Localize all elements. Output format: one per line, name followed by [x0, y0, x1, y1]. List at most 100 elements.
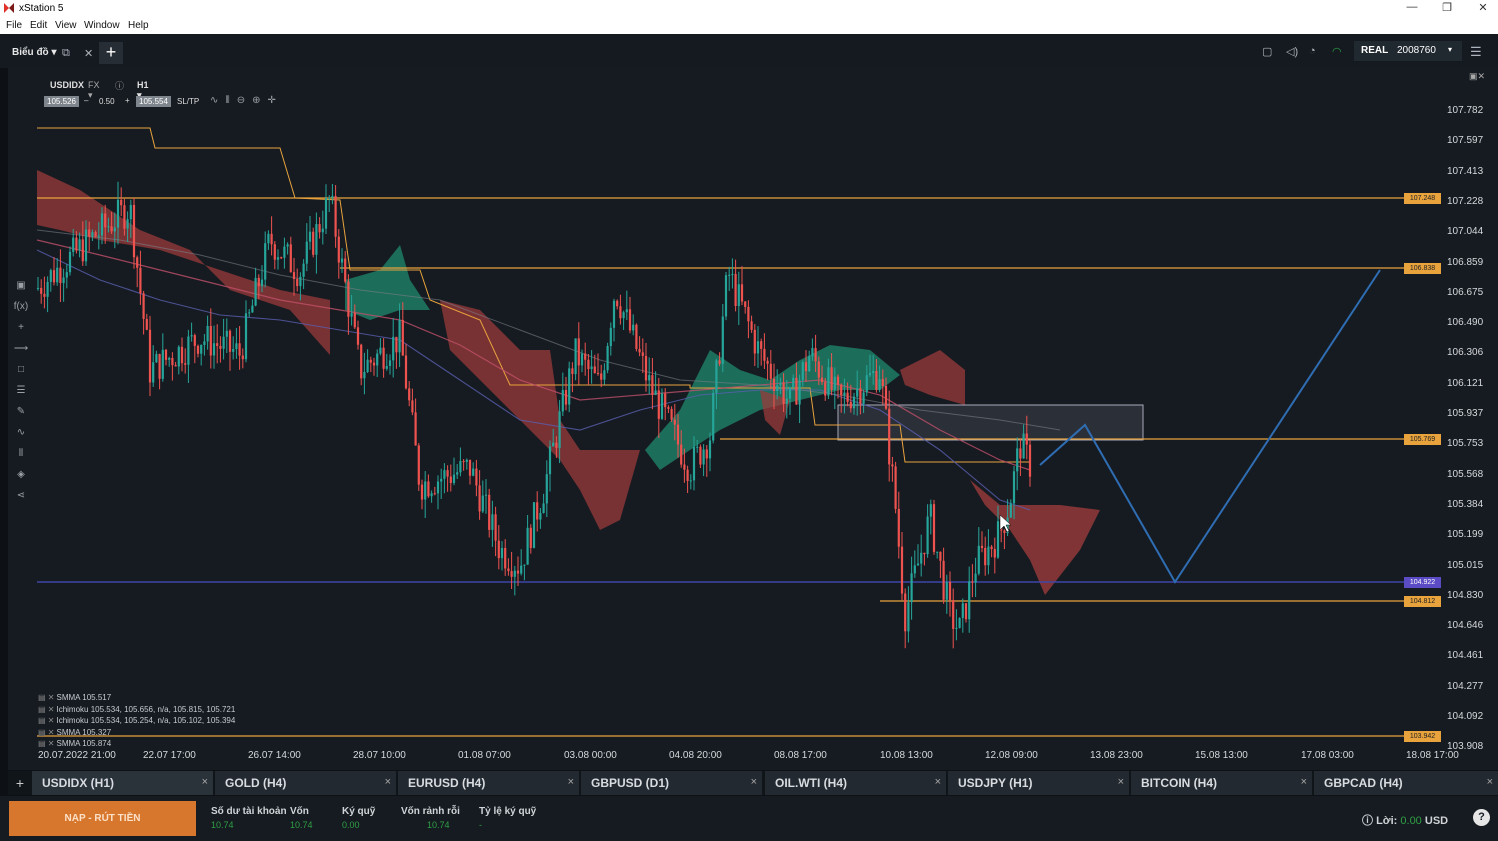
candle-body: [974, 573, 977, 583]
layers-icon[interactable]: ◈: [10, 469, 32, 490]
close-tab-icon[interactable]: ×: [1301, 776, 1307, 788]
candle-body: [360, 344, 363, 379]
fibonacci-icon[interactable]: ☰: [10, 385, 32, 406]
info-icon: ⓘ: [1362, 815, 1377, 827]
chart-tab[interactable]: EURUSD (H4) ×: [398, 771, 579, 795]
candle-body: [398, 320, 401, 353]
help-button[interactable]: ?: [1473, 809, 1490, 826]
legend-item[interactable]: ▤ ✕ SMMA 105.327: [38, 727, 235, 739]
candle-body: [158, 354, 161, 379]
candle-body: [65, 272, 68, 278]
close-tab-icon[interactable]: ×: [385, 776, 391, 788]
candle-body: [334, 195, 337, 237]
candle-body: [526, 527, 529, 565]
line-tool-icon[interactable]: ⟶: [10, 343, 32, 364]
candle-body: [584, 353, 587, 360]
deposit-withdraw-button[interactable]: NẠP - RÚT TIỀN: [9, 801, 196, 836]
candle-body: [337, 236, 340, 263]
candle-body: [420, 484, 424, 500]
candle-body: [548, 446, 552, 475]
symbol-name[interactable]: USDIDX: [50, 80, 84, 90]
candle-body: [891, 464, 894, 467]
candle-body: [216, 343, 219, 346]
chart-tab[interactable]: USDJPY (H1) ×: [948, 771, 1129, 795]
pen-tool-icon[interactable]: ✎: [10, 406, 32, 427]
candle-body: [484, 494, 488, 496]
sl-tp-button[interactable]: SL/TP: [177, 97, 199, 106]
candle-body: [804, 362, 808, 372]
price-label: 104.461: [1447, 650, 1484, 662]
sell-price-button[interactable]: 105.526: [44, 96, 79, 107]
price-label: 106.675: [1447, 286, 1484, 298]
close-tab-icon[interactable]: ×: [1487, 776, 1493, 788]
candle-body: [696, 446, 699, 448]
legend-item[interactable]: ▤ ✕ Ichimoku 105.534, 105.254, n/a, 105.1…: [38, 715, 235, 727]
close-tab-icon[interactable]: ×: [1118, 776, 1124, 788]
candle-body: [257, 277, 260, 287]
tab-label: BITCOIN (H4): [1141, 776, 1217, 790]
legend-item[interactable]: ▤ ✕ SMMA 105.874: [38, 738, 235, 750]
close-tab-icon[interactable]: ×: [568, 776, 574, 788]
candle-body: [203, 341, 206, 345]
drawing-toolbar: ▣ f(x) + ⟶ □ ☰ ✎ ∿ ⫴ ◈ ⋖: [10, 280, 32, 511]
close-tab-icon[interactable]: ×: [935, 776, 941, 788]
chart-tab[interactable]: OIL.WTI (H4) ×: [765, 771, 946, 795]
info-icon[interactable]: ⓘ: [115, 79, 124, 92]
candle-body: [888, 408, 891, 465]
candle-body: [260, 279, 264, 287]
candle-body: [571, 368, 574, 375]
candle-body: [36, 287, 40, 289]
indicator-icon[interactable]: ⫴: [10, 448, 32, 469]
chart-tab[interactable]: GBPCAD (H4) ×: [1314, 771, 1498, 795]
candle-body: [760, 341, 763, 349]
candle-body: [590, 366, 593, 370]
price-label: 105.384: [1447, 498, 1484, 510]
candle-body: [878, 379, 881, 390]
screenshot-icon[interactable]: ▣: [10, 280, 32, 301]
lot-increase-button[interactable]: +: [125, 96, 130, 105]
lot-size-input[interactable]: 0.50: [99, 97, 115, 106]
candle-body: [424, 481, 427, 500]
wave-tool-icon[interactable]: ∿: [10, 427, 32, 448]
candle-body: [40, 287, 43, 294]
candle-body: [78, 239, 81, 251]
chart-tab[interactable]: GBPUSD (D1) ×: [581, 771, 762, 795]
candle-body: [705, 449, 708, 459]
chart-tab[interactable]: BITCOIN (H4) ×: [1131, 771, 1312, 795]
time-label: 08.08 17:00: [774, 750, 827, 761]
share-icon[interactable]: ⋖: [10, 490, 32, 511]
candle-body: [689, 480, 692, 482]
legend-item[interactable]: ▤ ✕ Ichimoku 105.534, 105.656, n/a, 105.8…: [38, 704, 235, 716]
candle-body: [1009, 503, 1012, 518]
close-tab-icon[interactable]: ×: [751, 776, 757, 788]
candle-body: [248, 312, 251, 314]
candle-body: [686, 469, 689, 481]
candle-body: [712, 392, 715, 441]
legend-item[interactable]: ▤ ✕ SMMA 105.517: [38, 692, 235, 704]
candle-body: [312, 231, 315, 255]
candle-body: [795, 377, 798, 405]
candle-body: [664, 393, 667, 408]
panel-controls-icon[interactable]: ▣✕: [1469, 71, 1485, 82]
candle-body: [264, 243, 267, 280]
candle-body: [174, 365, 177, 367]
candle-body: [606, 346, 609, 371]
candle-body: [904, 593, 907, 632]
crosshair-icon[interactable]: +: [10, 322, 32, 343]
chart-tab[interactable]: USDIDX (H1) ×: [32, 771, 213, 795]
chart-tab[interactable]: GOLD (H4) ×: [215, 771, 396, 795]
candle-body: [830, 367, 833, 390]
time-label: 22.07 17:00: [143, 750, 196, 761]
time-label: 18.08 17:00: [1406, 750, 1459, 761]
candle-body: [939, 551, 942, 561]
price-chart[interactable]: [0, 0, 1498, 770]
instrument-type-dropdown[interactable]: FX ▾: [88, 80, 100, 101]
chart-tools-icons[interactable]: ∿⦀⊖⊕✛: [210, 95, 283, 106]
lot-decrease-button[interactable]: –: [84, 96, 88, 105]
function-icon[interactable]: f(x): [10, 301, 32, 322]
candle-body: [536, 502, 539, 520]
add-tab-button[interactable]: +: [8, 771, 32, 795]
rectangle-tool-icon[interactable]: □: [10, 364, 32, 385]
close-tab-icon[interactable]: ×: [202, 776, 208, 788]
buy-price-button[interactable]: 105.554: [136, 96, 171, 107]
